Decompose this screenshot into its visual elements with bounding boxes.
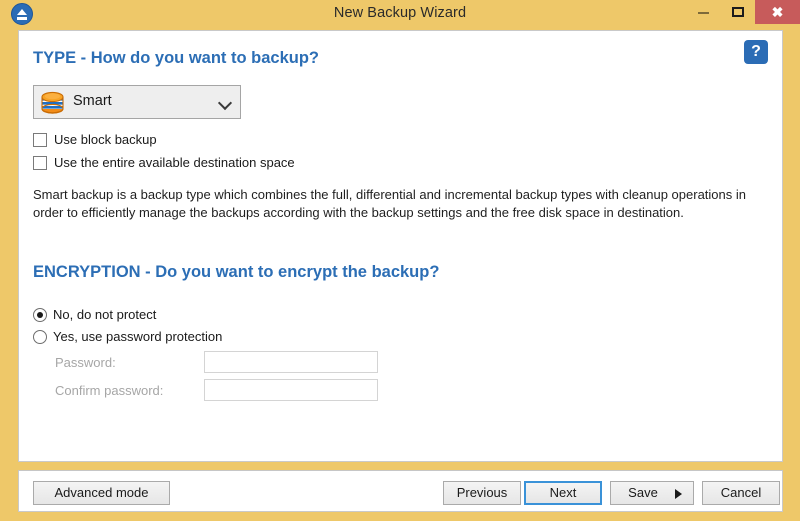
question-mark-icon: ? [751, 43, 761, 60]
backup-wizard-window: New Backup Wizard ✖ ? TYPE - How do you … [0, 0, 800, 521]
save-button-label: Save [628, 485, 658, 500]
footer-separator [18, 470, 783, 471]
checkbox-box [33, 133, 47, 147]
encryption-section-heading: ENCRYPTION - Do you want to encrypt the … [33, 263, 440, 281]
title-bar: New Backup Wizard ✖ [0, 0, 800, 29]
minimize-icon [698, 12, 709, 14]
backup-type-description: Smart backup is a backup type which comb… [33, 187, 746, 220]
use-entire-destination-space-label: Use the entire available destination spa… [54, 155, 295, 170]
close-button[interactable]: ✖ [755, 0, 800, 24]
advanced-mode-button[interactable]: Advanced mode [33, 481, 170, 505]
previous-button[interactable]: Previous [443, 481, 521, 505]
maximize-button[interactable] [723, 0, 754, 24]
maximize-icon [732, 7, 744, 17]
confirm-password-input[interactable] [204, 379, 378, 401]
window-title: New Backup Wizard [333, 5, 467, 21]
radio-no-protection-label: No, do not protect [53, 307, 157, 322]
minimize-button[interactable] [688, 0, 719, 24]
wizard-content-panel: ? TYPE - How do you want to backup? Smar… [18, 30, 783, 462]
next-button[interactable]: Next [524, 481, 602, 505]
radio-password-protection-label: Yes, use password protection [53, 329, 223, 344]
chevron-down-icon [217, 95, 233, 111]
password-label: Password: [55, 355, 116, 370]
close-icon: ✖ [771, 4, 784, 20]
radio-circle [33, 330, 47, 344]
radio-circle [33, 308, 47, 322]
type-section-heading: TYPE - How do you want to backup? [33, 49, 320, 67]
use-block-backup-label: Use block backup [54, 132, 157, 147]
checkbox-box [33, 156, 47, 170]
cancel-button[interactable]: Cancel [702, 481, 780, 505]
caret-right-icon [675, 489, 682, 499]
backup-type-value: Smart [73, 93, 112, 109]
database-icon [41, 91, 64, 114]
save-button[interactable]: Save [610, 481, 694, 505]
backup-type-dropdown[interactable]: Smart [33, 85, 241, 119]
password-input[interactable] [204, 351, 378, 373]
confirm-password-label: Confirm password: [55, 383, 164, 398]
help-button[interactable]: ? [744, 40, 768, 64]
